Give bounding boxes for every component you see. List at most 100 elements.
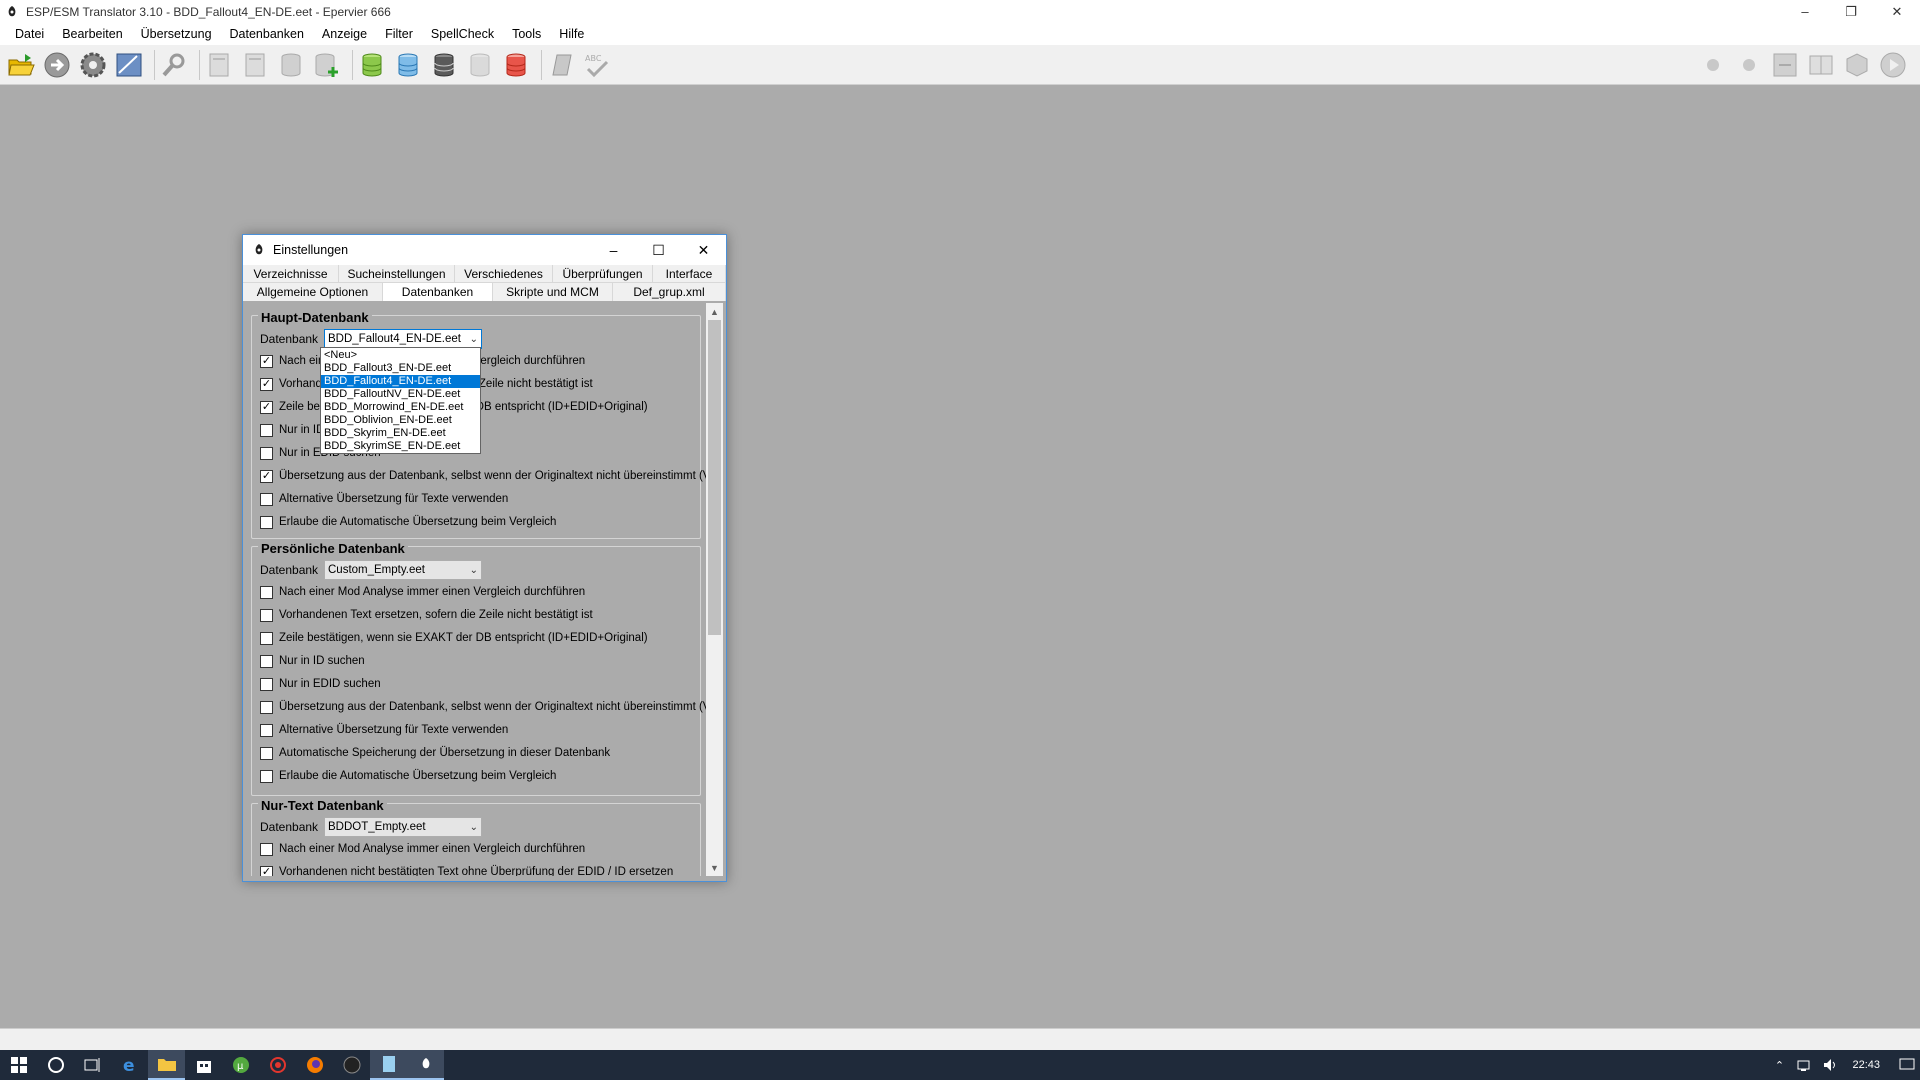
menu-bearbeiten[interactable]: Bearbeiten bbox=[53, 23, 131, 45]
option-checkbox[interactable]: Erlaube die Automatische Übersetzung bei… bbox=[260, 767, 556, 785]
checkbox-empty-icon[interactable] bbox=[260, 654, 273, 668]
menu-tools[interactable]: Tools bbox=[503, 23, 550, 45]
notification-icon[interactable] bbox=[1894, 1050, 1920, 1080]
option-checkbox[interactable]: Erlaube die Automatische Übersetzung bei… bbox=[260, 513, 556, 531]
store-icon[interactable] bbox=[185, 1050, 222, 1080]
restore-icon[interactable]: ❐ bbox=[1828, 0, 1874, 23]
checkbox-checked-icon[interactable]: ✓ bbox=[260, 354, 273, 368]
spellcheck-icon[interactable]: ABC bbox=[582, 50, 612, 80]
checkbox-empty-icon[interactable] bbox=[260, 723, 273, 737]
network-icon[interactable] bbox=[1792, 1050, 1818, 1080]
dropdown-option[interactable]: BDD_SkyrimSE_EN-DE.eet bbox=[321, 440, 480, 453]
dropdown-option[interactable]: BDD_FalloutNV_EN-DE.eet bbox=[321, 388, 480, 401]
tab-verschiedenes[interactable]: Verschiedenes bbox=[455, 265, 553, 283]
minimize-icon[interactable]: – bbox=[591, 235, 636, 265]
book-icon[interactable] bbox=[1806, 50, 1836, 80]
package-icon[interactable] bbox=[1842, 50, 1872, 80]
option-checkbox[interactable]: Nur in EDID suchen bbox=[260, 675, 381, 693]
db-red-icon[interactable] bbox=[501, 50, 531, 80]
play-icon[interactable] bbox=[1878, 50, 1908, 80]
firefox-icon[interactable] bbox=[296, 1050, 333, 1080]
menu-spellcheck[interactable]: SpellCheck bbox=[422, 23, 503, 45]
search-key-icon[interactable] bbox=[159, 50, 189, 80]
tab-ueberpruefungen[interactable]: Überprüfungen bbox=[553, 265, 653, 283]
file-explorer-icon[interactable] bbox=[148, 1050, 185, 1080]
db-blue-icon[interactable] bbox=[393, 50, 423, 80]
steam-icon[interactable] bbox=[333, 1050, 370, 1080]
checkbox-checked-icon[interactable]: ✓ bbox=[260, 377, 273, 391]
circle-icon[interactable] bbox=[1698, 50, 1728, 80]
option-checkbox[interactable]: Alternative Übersetzung für Texte verwen… bbox=[260, 721, 508, 739]
db-dark-icon[interactable] bbox=[429, 50, 459, 80]
gear-icon[interactable] bbox=[78, 50, 108, 80]
checkbox-checked-icon[interactable]: ✓ bbox=[260, 400, 273, 414]
tab-datenbanken[interactable]: Datenbanken bbox=[383, 283, 493, 301]
edge-icon[interactable]: e bbox=[111, 1050, 148, 1080]
option-checkbox[interactable]: Übersetzung aus der Datenbank, selbst we… bbox=[260, 698, 717, 716]
open-folder-icon[interactable] bbox=[6, 50, 36, 80]
option-checkbox[interactable]: ✓ Übersetzung aus der Datenbank, selbst w… bbox=[260, 467, 717, 485]
translator-icon[interactable] bbox=[407, 1050, 444, 1080]
option-checkbox[interactable]: Alternative Übersetzung für Texte verwen… bbox=[260, 490, 508, 508]
tab-skripte-und-mcm[interactable]: Skripte und MCM bbox=[493, 283, 613, 301]
checkbox-empty-icon[interactable] bbox=[260, 423, 273, 437]
checkbox-empty-icon[interactable] bbox=[260, 515, 273, 529]
menu-datenbanken[interactable]: Datenbanken bbox=[221, 23, 313, 45]
db-light-icon[interactable] bbox=[465, 50, 495, 80]
dropdown-option[interactable]: BDD_Fallout3_EN-DE.eet bbox=[321, 362, 480, 375]
vertical-scrollbar[interactable]: ▲ ▼ bbox=[706, 303, 723, 876]
maximize-icon[interactable]: ☐ bbox=[636, 235, 681, 265]
option-checkbox[interactable]: Nach einer Mod Analyse immer einen Vergl… bbox=[260, 840, 585, 858]
utorrent-icon[interactable]: µ bbox=[222, 1050, 259, 1080]
option-checkbox[interactable]: Nur in ID suchen bbox=[260, 652, 365, 670]
haupt-db-select[interactable]: BDD_Fallout4_EN-DE.eet ⌄ bbox=[324, 329, 482, 349]
menu-anzeige[interactable]: Anzeige bbox=[313, 23, 376, 45]
checkbox-empty-icon[interactable] bbox=[260, 631, 273, 645]
checkbox-empty-icon[interactable] bbox=[260, 608, 273, 622]
close-icon[interactable]: ✕ bbox=[681, 235, 726, 265]
tab-verzeichnisse[interactable]: Verzeichnisse bbox=[243, 265, 339, 283]
notepad-icon[interactable] bbox=[370, 1050, 407, 1080]
persoenlich-db-select[interactable]: Custom_Empty.eet ⌄ bbox=[324, 560, 482, 580]
checkbox-empty-icon[interactable] bbox=[260, 446, 273, 460]
checkbox-empty-icon[interactable] bbox=[260, 492, 273, 506]
clock[interactable]: 22:43 bbox=[1844, 1059, 1894, 1071]
option-checkbox[interactable]: ✓ Vorhandenen nicht bestätigten Text ohne… bbox=[260, 863, 673, 876]
eraser-icon[interactable] bbox=[546, 50, 576, 80]
page-icon[interactable] bbox=[240, 50, 270, 80]
compare-icon[interactable] bbox=[1770, 50, 1800, 80]
checkbox-empty-icon[interactable] bbox=[260, 677, 273, 691]
checkbox-checked-icon[interactable]: ✓ bbox=[260, 865, 273, 876]
db-green-icon[interactable] bbox=[357, 50, 387, 80]
circle-icon[interactable] bbox=[1734, 50, 1764, 80]
page-icon[interactable] bbox=[204, 50, 234, 80]
chevron-up-icon[interactable]: ⌃ bbox=[1766, 1050, 1792, 1080]
windows-start-icon[interactable] bbox=[0, 1050, 37, 1080]
tab-def-grup-xml[interactable]: Def_grup.xml bbox=[613, 283, 726, 301]
volume-icon[interactable] bbox=[1818, 1050, 1844, 1080]
checkbox-empty-icon[interactable] bbox=[260, 746, 273, 760]
arrow-right-icon[interactable] bbox=[42, 50, 72, 80]
tab-sucheinstellungen[interactable]: Sucheinstellungen bbox=[339, 265, 455, 283]
tab-interface[interactable]: Interface bbox=[653, 265, 726, 283]
menu-filter[interactable]: Filter bbox=[376, 23, 422, 45]
menu-datei[interactable]: Datei bbox=[6, 23, 53, 45]
edit-chart-icon[interactable] bbox=[114, 50, 144, 80]
dropdown-option[interactable]: BDD_Skyrim_EN-DE.eet bbox=[321, 427, 480, 440]
scroll-up-icon[interactable]: ▲ bbox=[706, 303, 723, 320]
dropdown-option[interactable]: <Neu> bbox=[321, 349, 480, 362]
cortana-search-icon[interactable] bbox=[37, 1050, 74, 1080]
checkbox-empty-icon[interactable] bbox=[260, 700, 273, 714]
nurtext-db-select[interactable]: BDDOT_Empty.eet ⌄ bbox=[324, 817, 482, 837]
media-icon[interactable] bbox=[259, 1050, 296, 1080]
menu-hilfe[interactable]: Hilfe bbox=[550, 23, 593, 45]
task-view-icon[interactable] bbox=[74, 1050, 111, 1080]
option-checkbox[interactable]: Automatische Speicherung der Übersetzung… bbox=[260, 744, 610, 762]
db-add-icon[interactable] bbox=[312, 50, 342, 80]
minimize-icon[interactable]: – bbox=[1782, 0, 1828, 23]
dropdown-option[interactable]: BDD_Fallout4_EN-DE.eet bbox=[321, 375, 480, 388]
database-dropdown-list[interactable]: <Neu> BDD_Fallout3_EN-DE.eet BDD_Fallout4_… bbox=[320, 347, 481, 454]
option-checkbox[interactable]: Nach einer Mod Analyse immer einen Vergl… bbox=[260, 583, 585, 601]
dropdown-option[interactable]: BDD_Oblivion_EN-DE.eet bbox=[321, 414, 480, 427]
scroll-thumb[interactable] bbox=[708, 320, 721, 635]
